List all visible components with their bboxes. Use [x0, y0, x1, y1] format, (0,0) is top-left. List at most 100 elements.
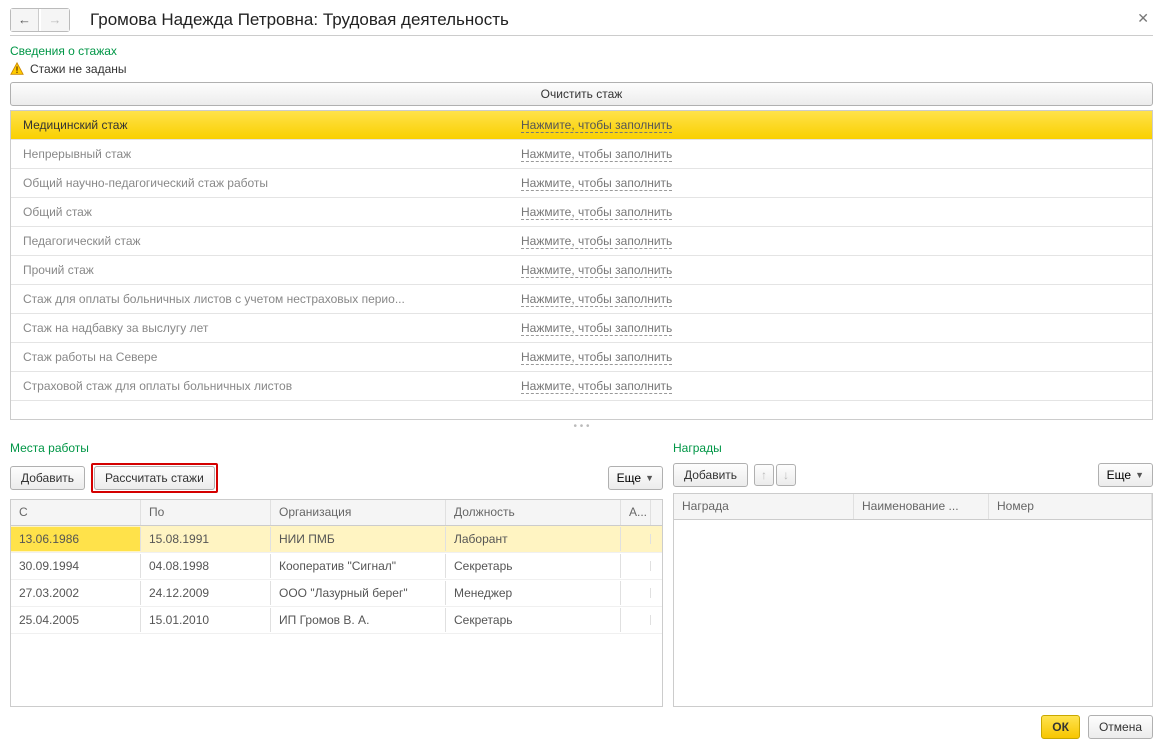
fill-link[interactable]: Нажмите, чтобы заполнить: [521, 147, 672, 162]
nav-buttons: ← →: [10, 8, 70, 32]
cell: Секретарь: [446, 554, 621, 578]
col-from[interactable]: С: [11, 500, 141, 525]
table-row[interactable]: 27.03.200224.12.2009ООО "Лазурный берег"…: [11, 580, 662, 607]
col-a[interactable]: А...: [621, 500, 651, 525]
cell: 15.01.2010: [141, 608, 271, 632]
fill-link[interactable]: Нажмите, чтобы заполнить: [521, 321, 672, 336]
close-icon: ✕: [1137, 10, 1149, 26]
jobs-table[interactable]: С По Организация Должность А... 13.06.19…: [10, 499, 663, 707]
chevron-down-icon: ▼: [645, 473, 654, 483]
cell: 27.03.2002: [11, 581, 141, 605]
cell: 04.08.1998: [141, 554, 271, 578]
seniority-name: Непрерывный стаж: [11, 147, 501, 161]
awards-table[interactable]: Награда Наименование ... Номер: [673, 493, 1153, 707]
cell: [621, 615, 651, 625]
clear-seniority-button[interactable]: Очистить стаж: [10, 82, 1153, 106]
fill-link[interactable]: Нажмите, чтобы заполнить: [521, 350, 672, 365]
cell: Кооператив "Сигнал": [271, 554, 446, 578]
jobs-pane: Места работы Добавить Рассчитать стажи Е…: [10, 441, 663, 707]
seniority-name: Общий научно-педагогический стаж работы: [11, 176, 501, 190]
seniority-row[interactable]: Педагогический стажНажмите, чтобы заполн…: [11, 227, 1152, 256]
fill-link[interactable]: Нажмите, чтобы заполнить: [521, 263, 672, 278]
jobs-section-label: Места работы: [10, 441, 663, 455]
cell: [621, 588, 651, 598]
bottom-split: Места работы Добавить Рассчитать стажи Е…: [10, 441, 1153, 707]
awards-pane: Награды Добавить ↑ ↓ Еще ▼: [673, 441, 1153, 707]
arrow-down-icon: ↓: [783, 468, 789, 482]
col-award[interactable]: Награда: [674, 494, 854, 519]
jobs-table-body: 13.06.198615.08.1991НИИ ПМБЛаборант30.09…: [11, 526, 662, 706]
nav-back-button[interactable]: ←: [11, 9, 39, 31]
col-number[interactable]: Номер: [989, 494, 1152, 519]
fill-link[interactable]: Нажмите, чтобы заполнить: [521, 234, 672, 249]
seniority-row[interactable]: Общий стаж Нажмите, чтобы заполнить: [11, 198, 1152, 227]
awards-section-label: Награды: [673, 441, 1153, 455]
chevron-down-icon: ▼: [1135, 470, 1144, 480]
col-org[interactable]: Организация: [271, 500, 446, 525]
arrow-up-icon: ↑: [761, 468, 767, 482]
recalc-seniority-button[interactable]: Рассчитать стажи: [94, 466, 215, 490]
cell: Менеджер: [446, 581, 621, 605]
jobs-table-header: С По Организация Должность А...: [11, 500, 662, 526]
cell: [621, 534, 651, 544]
table-row[interactable]: 13.06.198615.08.1991НИИ ПМБЛаборант: [11, 526, 662, 553]
move-up-button[interactable]: ↑: [754, 464, 774, 486]
col-award-name[interactable]: Наименование ...: [854, 494, 989, 519]
cell: НИИ ПМБ: [271, 527, 446, 551]
seniority-row[interactable]: Стаж работы на СевереНажмите, чтобы запо…: [11, 343, 1152, 372]
fill-link[interactable]: Нажмите, чтобы заполнить: [521, 176, 672, 191]
cancel-button[interactable]: Отмена: [1088, 715, 1153, 739]
col-pos[interactable]: Должность: [446, 500, 621, 525]
cell: 24.12.2009: [141, 581, 271, 605]
jobs-toolbar: Добавить Рассчитать стажи Еще ▼: [10, 463, 663, 493]
ok-button[interactable]: ОК: [1041, 715, 1080, 739]
awards-add-button[interactable]: Добавить: [673, 463, 748, 487]
seniority-row[interactable]: Стаж на надбавку за выслугу лет Нажмите, …: [11, 314, 1152, 343]
cell: 13.06.1986: [11, 527, 141, 551]
jobs-add-button[interactable]: Добавить: [10, 466, 85, 490]
arrow-right-icon: →: [49, 12, 62, 27]
table-row[interactable]: 25.04.200515.01.2010ИП Громов В. А.Секре…: [11, 607, 662, 634]
fill-link[interactable]: Нажмите, чтобы заполнить: [521, 292, 672, 307]
cell: Секретарь: [446, 608, 621, 632]
arrow-left-icon: ←: [18, 12, 31, 27]
footer: ОК Отмена: [10, 707, 1153, 739]
seniority-row[interactable]: Прочий стаж Нажмите, чтобы заполнить: [11, 256, 1152, 285]
nav-forward-button[interactable]: →: [41, 9, 69, 31]
seniority-row[interactable]: Непрерывный стаж Нажмите, чтобы заполнить: [11, 140, 1152, 169]
seniority-name: Общий стаж: [11, 205, 501, 219]
awards-toolbar: Добавить ↑ ↓ Еще ▼: [673, 463, 1153, 487]
seniority-row[interactable]: Страховой стаж для оплаты больничных лис…: [11, 372, 1152, 401]
seniority-row[interactable]: Общий научно-педагогический стаж работы Н…: [11, 169, 1152, 198]
window: ← → Громова Надежда Петровна: Трудовая д…: [0, 0, 1163, 749]
cell: 30.09.1994: [11, 554, 141, 578]
awards-table-header: Награда Наименование ... Номер: [674, 494, 1152, 520]
jobs-more-button[interactable]: Еще ▼: [608, 466, 663, 490]
move-down-button[interactable]: ↓: [776, 464, 796, 486]
awards-move-buttons: ↑ ↓: [754, 464, 796, 486]
col-to[interactable]: По: [141, 500, 271, 525]
seniority-name: Стаж на надбавку за выслугу лет: [11, 321, 501, 335]
seniority-table: Медицинский стаж Нажмите, чтобы заполнить…: [10, 110, 1153, 420]
seniority-name: Страховой стаж для оплаты больничных лис…: [11, 379, 501, 393]
fill-link[interactable]: Нажмите, чтобы заполнить: [521, 118, 672, 133]
fill-link[interactable]: Нажмите, чтобы заполнить: [521, 379, 672, 394]
splitter-horizontal[interactable]: • • •: [10, 420, 1153, 433]
titlebar: ← → Громова Надежда Петровна: Трудовая д…: [10, 4, 1153, 36]
cell: ИП Громов В. А.: [271, 608, 446, 632]
awards-more-button[interactable]: Еще ▼: [1098, 463, 1153, 487]
seniority-name: Прочий стаж: [11, 263, 501, 277]
cell: 15.08.1991: [141, 527, 271, 551]
warning-icon: [10, 62, 24, 76]
seniority-name: Медицинский стаж: [11, 118, 501, 132]
recalc-highlight: Рассчитать стажи: [91, 463, 218, 493]
warning-text: Стажи не заданы: [30, 62, 127, 76]
close-button[interactable]: ✕: [1133, 8, 1153, 29]
seniority-row[interactable]: Медицинский стаж Нажмите, чтобы заполнить: [11, 111, 1152, 140]
fill-link[interactable]: Нажмите, чтобы заполнить: [521, 205, 672, 220]
seniority-name: Стаж для оплаты больничных листов с учет…: [11, 292, 501, 306]
seniority-warning: Стажи не заданы: [10, 62, 1153, 76]
cell: ООО "Лазурный берег": [271, 581, 446, 605]
table-row[interactable]: 30.09.199404.08.1998Кооператив "Сигнал"С…: [11, 553, 662, 580]
seniority-row[interactable]: Стаж для оплаты больничных листов с учет…: [11, 285, 1152, 314]
